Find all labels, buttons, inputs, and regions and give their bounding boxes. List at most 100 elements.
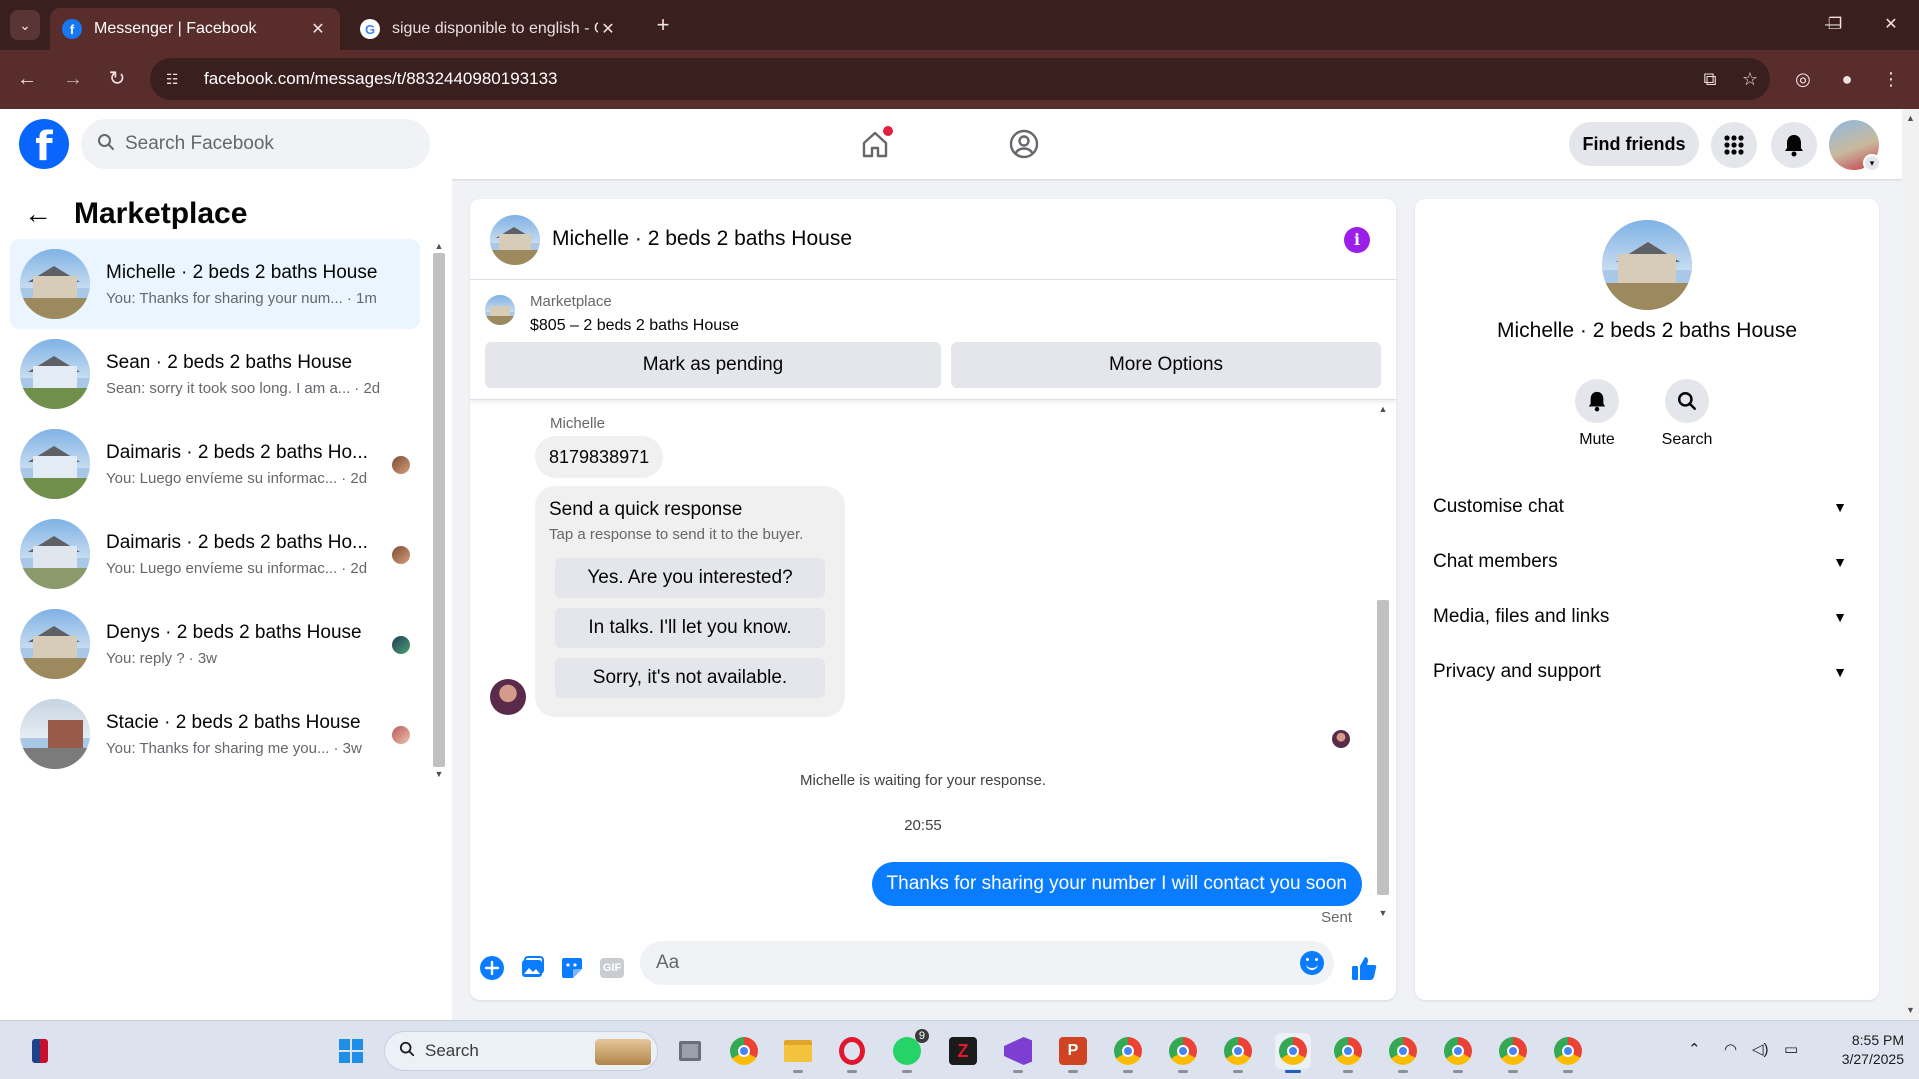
chat-avatar[interactable] xyxy=(490,215,540,265)
bookmark-star-icon[interactable]: ☆ xyxy=(1730,69,1770,90)
tab-search-button[interactable]: ⌄ xyxy=(10,10,40,40)
send-like-button[interactable] xyxy=(1350,954,1378,982)
chrome-taskbar-icon[interactable] xyxy=(726,1033,762,1069)
search-conversation-button[interactable] xyxy=(1665,379,1709,423)
forward-button[interactable]: → xyxy=(58,64,88,94)
close-tab-icon[interactable]: ✕ xyxy=(598,19,618,39)
listing-price-title[interactable]: $805 – 2 beds 2 baths House xyxy=(530,317,739,335)
chrome-profile-icon[interactable] xyxy=(1165,1033,1201,1073)
sender-avatar[interactable] xyxy=(490,679,526,715)
facebook-logo-icon[interactable]: f xyxy=(19,119,69,170)
address-bar[interactable]: ☷ facebook.com/messages/t/88324409801931… xyxy=(150,58,1770,100)
notifications-button[interactable] xyxy=(1771,122,1817,168)
conversation-item[interactable]: Daimaris · 2 beds 2 baths Ho... You: Lueg… xyxy=(10,419,420,509)
battery-icon[interactable]: ▭ xyxy=(1784,1040,1798,1058)
sidebar-scrollbar[interactable]: ▲ ▼ xyxy=(432,241,446,779)
start-button[interactable] xyxy=(333,1033,369,1069)
mute-action[interactable]: Mute xyxy=(1557,379,1637,449)
scroll-up-icon[interactable]: ▲ xyxy=(1376,404,1390,414)
scroll-up-icon[interactable]: ▲ xyxy=(1902,113,1919,123)
site-info-icon[interactable]: ☷ xyxy=(166,71,188,88)
groups-nav-button[interactable] xyxy=(1002,122,1046,166)
home-nav-button[interactable] xyxy=(853,122,897,166)
chrome-profile-icon[interactable] xyxy=(1275,1033,1311,1073)
wifi-icon[interactable]: ◠ xyxy=(1724,1040,1737,1058)
browser-menu-icon[interactable]: ⋮ xyxy=(1876,64,1906,94)
back-arrow-icon[interactable]: ← xyxy=(24,198,52,230)
whatsapp-icon[interactable]: 9 xyxy=(889,1029,929,1073)
chrome-profile-icon[interactable] xyxy=(1110,1033,1146,1073)
scroll-down-icon[interactable]: ▼ xyxy=(1376,908,1390,918)
chrome-profile-icon[interactable] xyxy=(1440,1033,1476,1073)
volume-icon[interactable]: ◁) xyxy=(1752,1040,1769,1058)
chrome-profile-icon[interactable] xyxy=(1330,1033,1366,1073)
close-tab-icon[interactable]: ✕ xyxy=(308,19,328,39)
section-privacy-support[interactable]: Privacy and support ▼ xyxy=(1433,652,1861,692)
chrome-profile-icon[interactable] xyxy=(1385,1033,1421,1073)
outgoing-message[interactable]: Thanks for sharing your number I will co… xyxy=(871,862,1362,906)
conversation-item[interactable]: Michelle · 2 beds 2 baths House You: Than… xyxy=(10,239,420,329)
powerpoint-icon[interactable]: P xyxy=(1055,1033,1091,1073)
conversation-item[interactable]: Stacie · 2 beds 2 baths House You: Thanks… xyxy=(10,689,420,779)
scrollbar-thumb[interactable] xyxy=(1377,600,1389,895)
section-chat-members[interactable]: Chat members ▼ xyxy=(1433,542,1861,582)
info-avatar[interactable] xyxy=(1602,220,1692,310)
gif-button[interactable]: GIF xyxy=(598,954,626,982)
chat-scrollbar[interactable]: ▲ ▼ xyxy=(1376,402,1390,920)
mark-as-pending-button[interactable]: Mark as pending xyxy=(485,342,941,388)
url-text[interactable]: facebook.com/messages/t/8832440980193133 xyxy=(204,69,1690,89)
task-view-icon[interactable] xyxy=(672,1033,708,1069)
sticker-button[interactable] xyxy=(558,954,586,982)
page-scrollbar[interactable]: ▲ ▼ xyxy=(1902,109,1919,1020)
open-in-app-icon[interactable]: ⧉ xyxy=(1690,69,1730,90)
tab-messenger[interactable]: f Messenger | Facebook ✕ xyxy=(50,8,340,50)
message-input[interactable] xyxy=(656,952,1256,974)
quick-response-option[interactable]: Sorry, it's not available. xyxy=(555,658,825,698)
scroll-down-icon[interactable]: ▼ xyxy=(1902,1005,1919,1015)
profile-icon[interactable]: ● xyxy=(1832,64,1862,94)
restore-window-button[interactable]: ❐ xyxy=(1820,12,1850,38)
message-input-wrapper[interactable] xyxy=(640,941,1334,985)
quick-response-option[interactable]: Yes. Are you interested? xyxy=(555,558,825,598)
more-actions-button[interactable] xyxy=(478,954,506,982)
reload-button[interactable]: ↻ xyxy=(102,64,132,94)
app-z-icon[interactable]: Z xyxy=(945,1033,981,1069)
conversation-item[interactable]: Daimaris · 2 beds 2 baths Ho... You: Lueg… xyxy=(10,509,420,599)
taskbar-search[interactable]: Search xyxy=(384,1031,658,1071)
incoming-message[interactable]: 8179838971 xyxy=(535,436,664,478)
chrome-profile-icon[interactable] xyxy=(1220,1033,1256,1073)
chrome-profile-icon[interactable] xyxy=(1550,1033,1586,1073)
attach-image-button[interactable] xyxy=(518,954,546,982)
new-tab-button[interactable]: + xyxy=(650,12,676,38)
extension-icon[interactable]: ◎ xyxy=(1788,64,1818,94)
section-media-files-links[interactable]: Media, files and links ▼ xyxy=(1433,597,1861,637)
conversation-item[interactable]: Denys · 2 beds 2 baths House You: reply ?… xyxy=(10,599,420,689)
scroll-up-icon[interactable]: ▲ xyxy=(432,241,446,251)
quick-response-option[interactable]: In talks. I'll let you know. xyxy=(555,608,825,648)
chrome-profile-icon[interactable] xyxy=(1495,1033,1531,1073)
nba-widget-icon[interactable] xyxy=(22,1033,58,1069)
facebook-search-input[interactable] xyxy=(125,133,405,155)
search-action[interactable]: Search xyxy=(1647,379,1727,449)
section-customise-chat[interactable]: Customise chat ▼ xyxy=(1433,487,1861,527)
back-button[interactable]: ← xyxy=(12,64,42,94)
more-options-button[interactable]: More Options xyxy=(951,342,1381,388)
menu-button[interactable] xyxy=(1711,122,1757,168)
tab-google-search[interactable]: G sigue disponible to english - Go ✕ xyxy=(348,8,630,50)
emoji-icon[interactable] xyxy=(1300,951,1324,975)
chat-title[interactable]: Michelle · 2 beds 2 baths House xyxy=(552,227,852,251)
visual-studio-icon[interactable] xyxy=(1000,1033,1036,1073)
close-window-button[interactable]: ✕ xyxy=(1876,12,1906,38)
opera-icon[interactable] xyxy=(834,1033,870,1073)
account-avatar[interactable]: ▾ xyxy=(1829,120,1881,172)
conversation-item[interactable]: Sean · 2 beds 2 baths House Sean: sorry i… xyxy=(10,329,420,419)
scrollbar-thumb[interactable] xyxy=(433,253,445,767)
mute-button[interactable] xyxy=(1575,379,1619,423)
info-icon[interactable]: i xyxy=(1344,227,1370,253)
file-explorer-icon[interactable] xyxy=(780,1033,816,1073)
system-clock[interactable]: 8:55 PM 3/27/2025 xyxy=(1820,1031,1904,1069)
find-friends-button[interactable]: Find friends xyxy=(1569,122,1699,166)
facebook-search[interactable] xyxy=(81,119,430,169)
show-hidden-icons-icon[interactable]: ⌃ xyxy=(1688,1040,1701,1058)
scroll-down-icon[interactable]: ▼ xyxy=(432,769,446,779)
